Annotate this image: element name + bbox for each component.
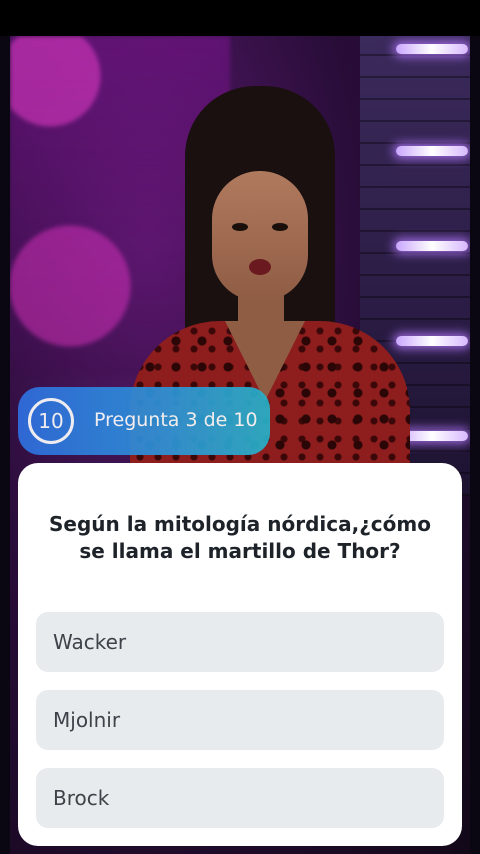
neon-light: [396, 44, 468, 54]
answer-option-wacker[interactable]: Wacker: [36, 612, 444, 672]
question-card: Según la mitología nórdica,¿cómo se llam…: [18, 463, 462, 846]
question-counter: Pregunta 3 de 10: [94, 409, 258, 431]
countdown-timer: 10: [28, 398, 74, 444]
quiz-screen: 10 Pregunta 3 de 10 Según la mitología n…: [0, 0, 480, 854]
answer-option-mjolnir[interactable]: Mjolnir: [36, 690, 444, 750]
answer-option-brock[interactable]: Brock: [36, 768, 444, 828]
question-text: Según la mitología nórdica,¿cómo se llam…: [48, 512, 431, 563]
status-bar: [0, 0, 480, 36]
question-progress-pill: 10 Pregunta 3 de 10: [18, 387, 270, 455]
